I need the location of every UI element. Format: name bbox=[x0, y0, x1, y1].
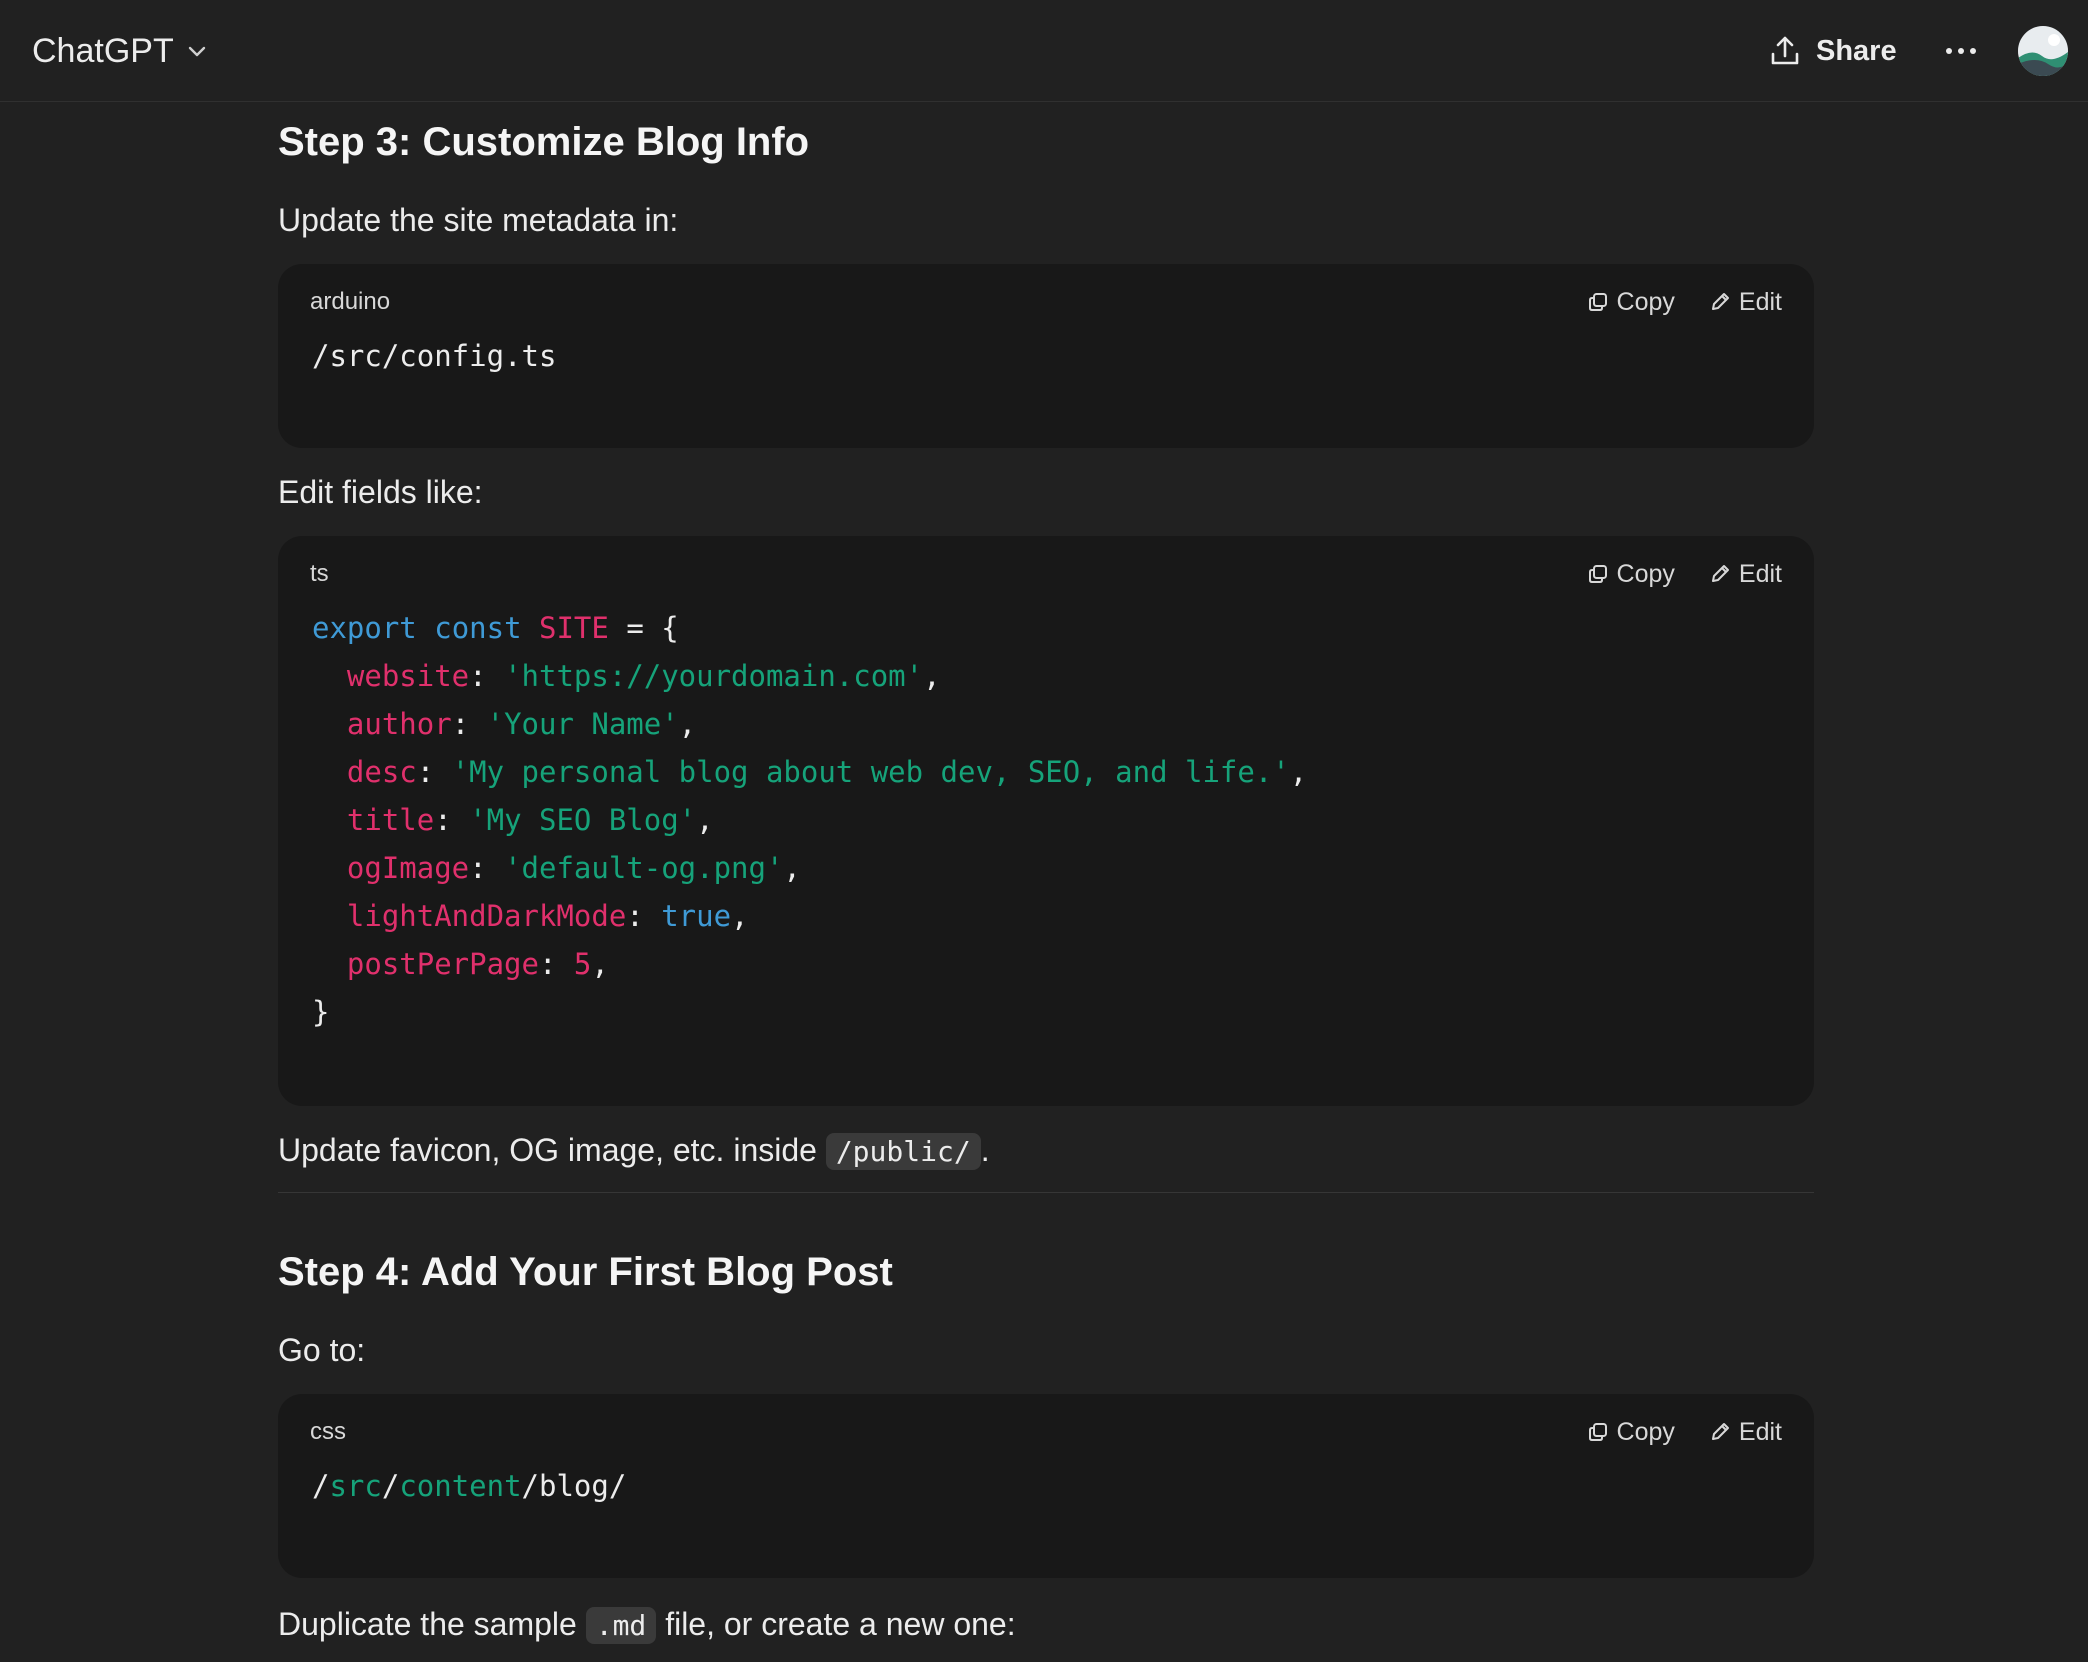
favicon-end: . bbox=[980, 1132, 990, 1168]
code-language-label: css bbox=[310, 1418, 346, 1445]
section-divider bbox=[278, 1192, 1814, 1193]
code-token: content bbox=[399, 1469, 522, 1503]
share-label: Share bbox=[1816, 34, 1897, 67]
code-block-header: css Copy Edit bbox=[310, 1412, 1782, 1452]
copy-icon bbox=[1588, 293, 1607, 311]
code-token: desc bbox=[346, 755, 417, 789]
code-token: /blog/ bbox=[521, 1469, 627, 1503]
code-block-blog-path: css Copy Edit /src/content/blog/ bbox=[278, 1394, 1814, 1578]
copy-icon bbox=[1588, 1423, 1607, 1441]
copy-label: Copy bbox=[1616, 1417, 1675, 1446]
code-token: = { bbox=[608, 611, 679, 645]
copy-code-button[interactable]: Copy bbox=[1587, 288, 1675, 317]
code-token: 5 bbox=[573, 947, 592, 981]
code-language-label: arduino bbox=[310, 288, 391, 315]
inline-code-md: .md bbox=[585, 1607, 657, 1644]
edit-label: Edit bbox=[1738, 287, 1782, 316]
code-block-config-path: arduino Copy Edit /src/config.ts bbox=[278, 264, 1814, 448]
ellipsis-icon bbox=[1946, 48, 1976, 54]
copy-label: Copy bbox=[1616, 559, 1675, 588]
code-token: 'default-og.png' bbox=[504, 851, 784, 885]
code-token: } bbox=[312, 995, 330, 1029]
code-token: author bbox=[346, 707, 452, 741]
user-avatar[interactable] bbox=[2018, 26, 2068, 76]
code-token: 'Your Name' bbox=[486, 707, 679, 741]
edit-code-button[interactable]: Edit bbox=[1709, 560, 1782, 589]
code-token: src bbox=[329, 1469, 382, 1503]
code-block-header: arduino Copy Edit bbox=[310, 282, 1782, 322]
favicon-note: Update favicon, OG image, etc. inside /p… bbox=[278, 1130, 990, 1172]
edit-code-button[interactable]: Edit bbox=[1709, 288, 1782, 317]
dup-text-2: file, or create a new one: bbox=[656, 1606, 1016, 1642]
step4-intro: Go to: bbox=[278, 1332, 366, 1368]
code-language-label: ts bbox=[310, 560, 329, 587]
share-button[interactable]: Share bbox=[1768, 26, 1897, 76]
copy-label: Copy bbox=[1616, 287, 1675, 316]
pencil-icon bbox=[1711, 293, 1729, 310]
copy-code-button[interactable]: Copy bbox=[1587, 560, 1675, 589]
avatar-image-icon bbox=[2018, 26, 2068, 76]
edit-label: Edit bbox=[1738, 1417, 1782, 1446]
inline-code-public: /public/ bbox=[825, 1133, 981, 1170]
model-selector-button[interactable]: ChatGPT bbox=[32, 26, 208, 76]
code-token: true bbox=[661, 899, 732, 933]
code-token: lightAndDarkMode bbox=[346, 899, 627, 933]
code-token: / bbox=[381, 1469, 400, 1503]
pencil-icon bbox=[1711, 565, 1729, 582]
code-text: /src/config.ts bbox=[312, 339, 557, 373]
chevron-down-icon bbox=[188, 46, 205, 57]
code-token: website bbox=[346, 659, 470, 693]
code-token: export bbox=[312, 611, 417, 645]
code-token: postPerPage bbox=[346, 947, 539, 981]
code-token: / bbox=[312, 1469, 330, 1503]
step4-heading: Step 4: Add Your First Blog Post bbox=[278, 1250, 893, 1294]
code-block-header: ts Copy Edit bbox=[310, 554, 1782, 594]
code-text: /src/content/blog/ bbox=[312, 1462, 626, 1510]
copy-icon bbox=[1588, 565, 1607, 583]
model-title: ChatGPT bbox=[32, 31, 174, 70]
dup-text-1: Duplicate the sample bbox=[278, 1606, 586, 1642]
more-options-button[interactable] bbox=[1936, 26, 1986, 76]
edit-code-button[interactable]: Edit bbox=[1709, 1418, 1782, 1447]
copy-code-button[interactable]: Copy bbox=[1587, 1418, 1675, 1447]
step3-intro: Update the site metadata in: bbox=[278, 202, 679, 238]
share-upload-icon bbox=[1771, 36, 1799, 65]
code-token: SITE bbox=[539, 611, 609, 645]
step3-heading: Step 3: Customize Blog Info bbox=[278, 120, 810, 164]
edit-label: Edit bbox=[1738, 559, 1782, 588]
code-token: title bbox=[346, 803, 435, 837]
top-header: ChatGPT Share bbox=[0, 0, 2088, 102]
code-token: const bbox=[434, 611, 522, 645]
code-block-site-config: ts Copy Edit export const SITE = { websi… bbox=[278, 536, 1814, 1106]
code-token: 'https://yourdomain.com' bbox=[504, 659, 924, 693]
favicon-text: Update favicon, OG image, etc. inside bbox=[278, 1132, 826, 1168]
fields-intro: Edit fields like: bbox=[278, 474, 483, 510]
duplicate-note: Duplicate the sample .md file, or create… bbox=[278, 1604, 1016, 1646]
code-token: 'My SEO Blog' bbox=[469, 803, 697, 837]
pencil-icon bbox=[1711, 1423, 1729, 1440]
code-token: 'My personal blog about web dev, SEO, an… bbox=[451, 755, 1290, 789]
code-text: export const SITE = { website: 'https://… bbox=[312, 611, 1308, 1029]
code-token: ogImage bbox=[346, 851, 470, 885]
